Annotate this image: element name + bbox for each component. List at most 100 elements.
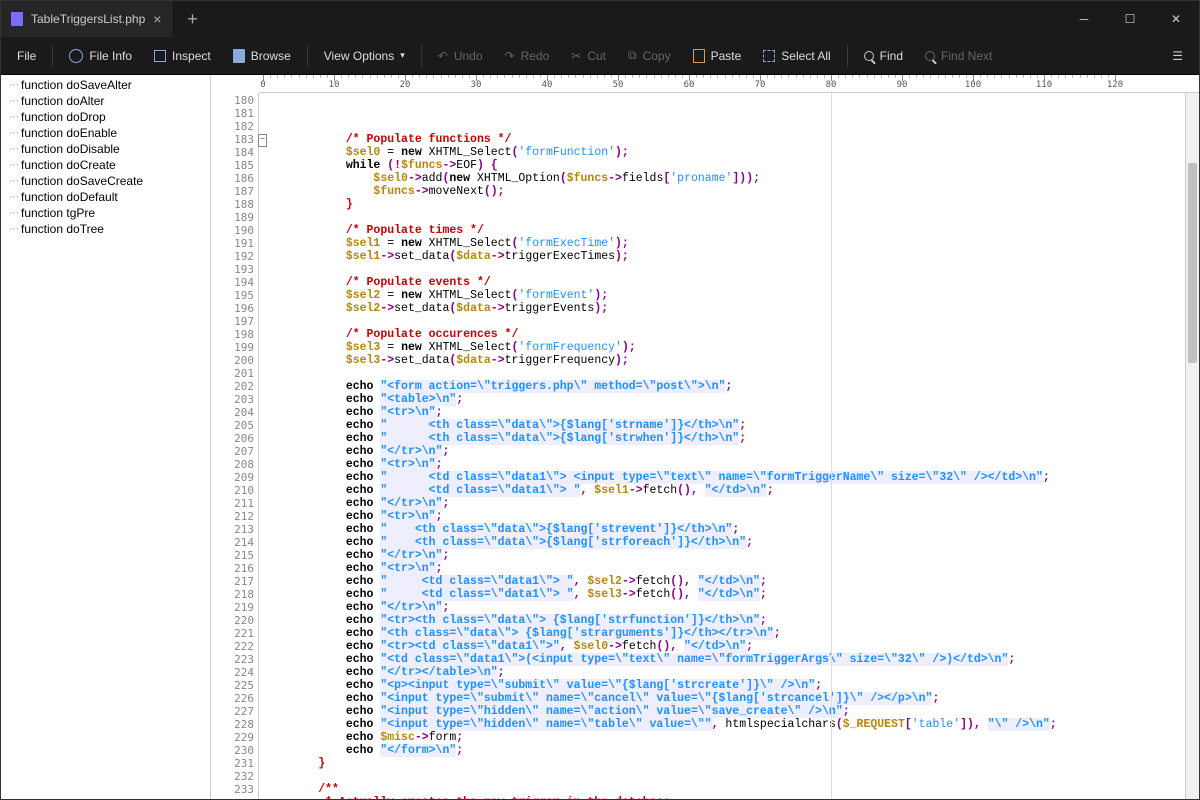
- line-number: 203: [211, 393, 254, 406]
- paste-button[interactable]: Paste: [683, 43, 752, 69]
- code-line[interactable]: [263, 263, 1185, 276]
- code-line[interactable]: $sel3 = new XHTML_Select('formFrequency'…: [263, 341, 1185, 354]
- outline-item[interactable]: ⋯function doSaveAlter: [1, 77, 210, 93]
- redo-button[interactable]: ↷Redo: [495, 43, 560, 69]
- code-line[interactable]: $sel1->set_data($data->triggerExecTimes)…: [263, 250, 1185, 263]
- vertical-scrollbar[interactable]: [1185, 93, 1199, 799]
- maximize-button[interactable]: ☐: [1107, 1, 1153, 37]
- code-line[interactable]: [263, 367, 1185, 380]
- code-line[interactable]: $funcs->moveNext();: [263, 185, 1185, 198]
- code-line[interactable]: /**: [263, 783, 1185, 796]
- code-line[interactable]: echo " <td class=\"data1\"> ", $sel1->fe…: [263, 484, 1185, 497]
- code-line[interactable]: echo "<table>\n";: [263, 393, 1185, 406]
- inspect-button[interactable]: Inspect: [144, 43, 221, 69]
- line-number-gutter: 1801811821831841851861871881891901911921…: [211, 93, 259, 799]
- new-tab-button[interactable]: +: [174, 9, 210, 30]
- outline-item[interactable]: ⋯function doAlter: [1, 93, 210, 109]
- outline-item[interactable]: ⋯function doSaveCreate: [1, 173, 210, 189]
- code-line[interactable]: echo "</tr>\n";: [263, 549, 1185, 562]
- code-line[interactable]: [263, 770, 1185, 783]
- outline-item[interactable]: ⋯function doDisable: [1, 141, 210, 157]
- view-options-menu[interactable]: View Options ▾: [314, 43, 415, 69]
- code-line[interactable]: echo " <th class=\"data\">{$lang['strwhe…: [263, 432, 1185, 445]
- file-menu[interactable]: File: [7, 43, 46, 69]
- code-line[interactable]: echo "</tr>\n";: [263, 497, 1185, 510]
- line-number: 191: [211, 237, 254, 250]
- file-icon: [11, 12, 23, 26]
- line-number: 188: [211, 198, 254, 211]
- code-line[interactable]: echo "<tr>\n";: [263, 458, 1185, 471]
- cut-button[interactable]: ✂Cut: [561, 43, 616, 69]
- code-line[interactable]: * Actually creates the new trigger in th…: [263, 796, 1185, 799]
- outline-item[interactable]: ⋯function doTree: [1, 221, 210, 237]
- line-number: 213: [211, 523, 254, 536]
- code-line[interactable]: echo " <td class=\"data1\"> <input type=…: [263, 471, 1185, 484]
- code-line[interactable]: /* Populate times */: [263, 224, 1185, 237]
- code-line[interactable]: $sel2 = new XHTML_Select('formEvent');: [263, 289, 1185, 302]
- code-editor[interactable]: /* Populate functions */ $sel0 = new XHT…: [259, 93, 1185, 799]
- outline-item[interactable]: ⋯function doCreate: [1, 157, 210, 173]
- code-line[interactable]: echo "</form>\n";: [263, 744, 1185, 757]
- find-next-button[interactable]: Find Next: [915, 43, 1002, 69]
- find-button[interactable]: Find: [854, 43, 913, 69]
- minimize-button[interactable]: ─: [1061, 1, 1107, 37]
- code-line[interactable]: }: [263, 757, 1185, 770]
- select-all-button[interactable]: Select All: [753, 43, 840, 69]
- file-info-button[interactable]: File Info: [59, 43, 142, 69]
- code-line[interactable]: [263, 315, 1185, 328]
- code-line[interactable]: echo "</tr></table>\n";: [263, 666, 1185, 679]
- code-line[interactable]: echo " <td class=\"data1\"> ", $sel3->fe…: [263, 588, 1185, 601]
- code-line[interactable]: echo "<tr><th class=\"data\"> {$lang['st…: [263, 614, 1185, 627]
- tab-close-icon[interactable]: ×: [153, 11, 161, 27]
- line-number: 207: [211, 445, 254, 458]
- line-number: 201: [211, 367, 254, 380]
- code-line[interactable]: echo "<form action=\"triggers.php\" meth…: [263, 380, 1185, 393]
- code-line[interactable]: while (!$funcs->EOF) {: [263, 159, 1185, 172]
- code-line[interactable]: echo " <th class=\"data\">{$lang['strnam…: [263, 419, 1185, 432]
- close-button[interactable]: ✕: [1153, 1, 1199, 37]
- code-line[interactable]: /* Populate events */: [263, 276, 1185, 289]
- code-line[interactable]: [263, 211, 1185, 224]
- outline-item[interactable]: ⋯function doDefault: [1, 189, 210, 205]
- code-line[interactable]: $sel1 = new XHTML_Select('formExecTime')…: [263, 237, 1185, 250]
- code-line[interactable]: echo "</tr>\n";: [263, 601, 1185, 614]
- code-line[interactable]: echo "<th class=\"data\"> {$lang['strarg…: [263, 627, 1185, 640]
- ruler: 0102030405060708090100110120: [259, 75, 1199, 93]
- line-number: 196: [211, 302, 254, 315]
- code-line[interactable]: $sel0->add(new XHTML_Option($funcs->fiel…: [263, 172, 1185, 185]
- file-tab[interactable]: TableTriggersList.php ×: [1, 1, 174, 37]
- code-line[interactable]: echo "<input type=\"submit\" name=\"canc…: [263, 692, 1185, 705]
- line-number: 212: [211, 510, 254, 523]
- hamburger-menu[interactable]: ☰: [1162, 43, 1193, 69]
- code-line[interactable]: }: [263, 198, 1185, 211]
- code-line[interactable]: echo " <th class=\"data\">{$lang['streve…: [263, 523, 1185, 536]
- line-number: 216: [211, 562, 254, 575]
- code-line[interactable]: /* Populate functions */: [263, 133, 1185, 146]
- code-line[interactable]: echo "<tr><td class=\"data1\">", $sel0->…: [263, 640, 1185, 653]
- code-line[interactable]: echo "<tr>\n";: [263, 510, 1185, 523]
- scrollbar-thumb[interactable]: [1188, 163, 1197, 363]
- undo-button[interactable]: ↶Undo: [428, 43, 493, 69]
- code-line[interactable]: echo "<td class=\"data1\">(<input type=\…: [263, 653, 1185, 666]
- code-line[interactable]: echo " <td class=\"data1\"> ", $sel2->fe…: [263, 575, 1185, 588]
- code-line[interactable]: $sel3->set_data($data->triggerFrequency)…: [263, 354, 1185, 367]
- outline-item[interactable]: ⋯function doDrop: [1, 109, 210, 125]
- code-line[interactable]: echo "<tr>\n";: [263, 562, 1185, 575]
- outline-item[interactable]: ⋯function tgPre: [1, 205, 210, 221]
- code-line[interactable]: /* Populate occurences */: [263, 328, 1185, 341]
- code-line[interactable]: echo "<input type=\"hidden\" name=\"tabl…: [263, 718, 1185, 731]
- code-line[interactable]: echo "<input type=\"hidden\" name=\"acti…: [263, 705, 1185, 718]
- code-line[interactable]: echo $misc->form;: [263, 731, 1185, 744]
- code-line[interactable]: echo "<tr>\n";: [263, 406, 1185, 419]
- outline-item[interactable]: ⋯function doEnable: [1, 125, 210, 141]
- code-line[interactable]: $sel2->set_data($data->triggerEvents);: [263, 302, 1185, 315]
- line-number: 204: [211, 406, 254, 419]
- code-line[interactable]: $sel0 = new XHTML_Select('formFunction')…: [263, 146, 1185, 159]
- browse-button[interactable]: Browse: [223, 43, 301, 69]
- outline-sidebar[interactable]: ⋯function doSaveAlter⋯function doAlter⋯f…: [1, 75, 211, 799]
- info-icon: [69, 49, 83, 63]
- code-line[interactable]: echo "</tr>\n";: [263, 445, 1185, 458]
- code-line[interactable]: echo " <th class=\"data\">{$lang['strfor…: [263, 536, 1185, 549]
- code-line[interactable]: echo "<p><input type=\"submit\" value=\"…: [263, 679, 1185, 692]
- copy-button[interactable]: ⧉Copy: [618, 42, 681, 69]
